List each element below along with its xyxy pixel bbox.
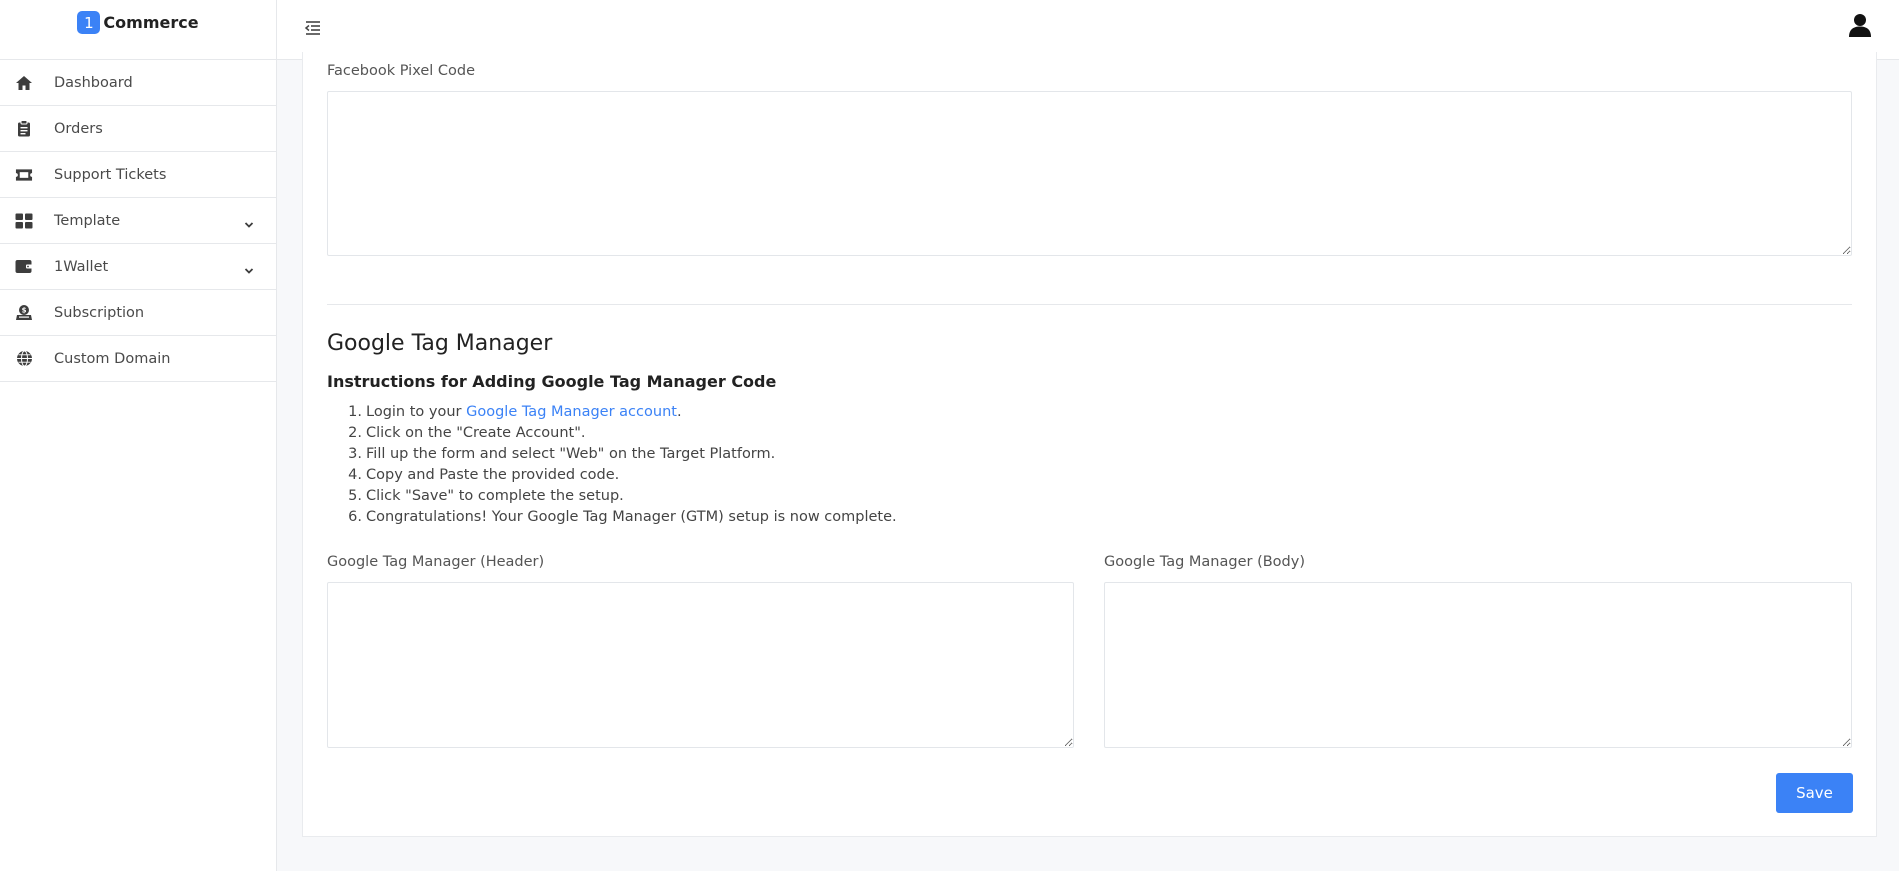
sidebar-item-support-tickets[interactable]: Support Tickets [0, 152, 276, 198]
gtm-body-label: Google Tag Manager (Body) [1104, 554, 1305, 570]
svg-text:$: $ [22, 307, 27, 315]
ticket-icon [15, 166, 33, 184]
sidebar-item-template[interactable]: Template [0, 198, 276, 244]
facebook-pixel-label: Facebook Pixel Code [327, 63, 476, 79]
step-number: 6. [348, 509, 362, 525]
step-text: Click on the "Create Account". [366, 425, 586, 441]
brand[interactable]: 1 Commerce [0, 0, 276, 60]
sidebar-item-orders[interactable]: Orders [0, 106, 276, 152]
step-number: 5. [348, 488, 362, 504]
sidebar-item-label: Template [54, 212, 121, 229]
step-number: 4. [348, 467, 362, 483]
facebook-pixel-code-input[interactable] [327, 91, 1852, 256]
step-text: Copy and Paste the provided code. [366, 467, 620, 483]
indent-icon[interactable] [301, 16, 325, 40]
sidebar-item-label: Custom Domain [54, 350, 171, 367]
list-item: 4. Copy and Paste the provided code. [348, 465, 897, 486]
sidebar-item-1wallet[interactable]: 1Wallet [0, 244, 276, 290]
grid-icon [15, 212, 33, 230]
sidebar-item-label: Subscription [54, 304, 145, 321]
step-text: Click "Save" to complete the setup. [366, 488, 624, 504]
section-divider [327, 304, 1852, 305]
globe-icon [15, 350, 33, 368]
save-button[interactable]: Save [1776, 773, 1853, 813]
gtm-instructions-list: 1. Login to your Google Tag Manager acco… [348, 402, 897, 528]
step-text: . [676, 404, 682, 420]
sidebar: 1 Commerce Dashboard Orders Support Tick… [0, 0, 277, 871]
topbar [277, 0, 1899, 60]
subscription-icon: $ [15, 304, 33, 322]
user-icon[interactable] [1847, 12, 1873, 38]
sidebar-item-label: 1Wallet [54, 258, 109, 275]
step-text: Fill up the form and select "Web" on the… [366, 446, 776, 462]
list-item: 6. Congratulations! Your Google Tag Mana… [348, 507, 897, 528]
step-text: Login to your [366, 404, 467, 420]
sidebar-item-custom-domain[interactable]: Custom Domain [0, 336, 276, 382]
gtm-header-input[interactable] [327, 582, 1074, 748]
step-number: 3. [348, 446, 362, 462]
wallet-icon [15, 258, 33, 276]
sidebar-item-label: Support Tickets [54, 166, 167, 183]
home-icon [15, 74, 33, 92]
clipboard-icon [15, 120, 33, 138]
gtm-account-link[interactable]: Google Tag Manager account [466, 404, 677, 420]
gtm-header-label: Google Tag Manager (Header) [327, 554, 545, 570]
gtm-instructions-title: Instructions for Adding Google Tag Manag… [327, 372, 777, 391]
list-item: 2. Click on the "Create Account". [348, 423, 897, 444]
brand-logo[interactable]: 1 Commerce [77, 11, 199, 34]
sidebar-item-label: Dashboard [54, 74, 133, 91]
brand-badge: 1 [77, 11, 101, 34]
list-item: 5. Click "Save" to complete the setup. [348, 486, 897, 507]
list-item: 1. Login to your Google Tag Manager acco… [348, 402, 897, 423]
gtm-body-input[interactable] [1104, 582, 1852, 748]
brand-name: Commerce [103, 13, 199, 32]
sidebar-item-dashboard[interactable]: Dashboard [0, 60, 276, 106]
sidebar-item-subscription[interactable]: $ Subscription [0, 290, 276, 336]
step-text: Congratulations! Your Google Tag Manager… [366, 509, 897, 525]
sidebar-item-label: Orders [54, 120, 103, 137]
gtm-section-title: Google Tag Manager [327, 331, 553, 356]
step-number: 1. [348, 404, 362, 420]
chevron-down-icon[interactable] [244, 214, 254, 233]
step-number: 2. [348, 425, 362, 441]
chevron-down-icon[interactable] [244, 260, 254, 279]
list-item: 3. Fill up the form and select "Web" on … [348, 444, 897, 465]
